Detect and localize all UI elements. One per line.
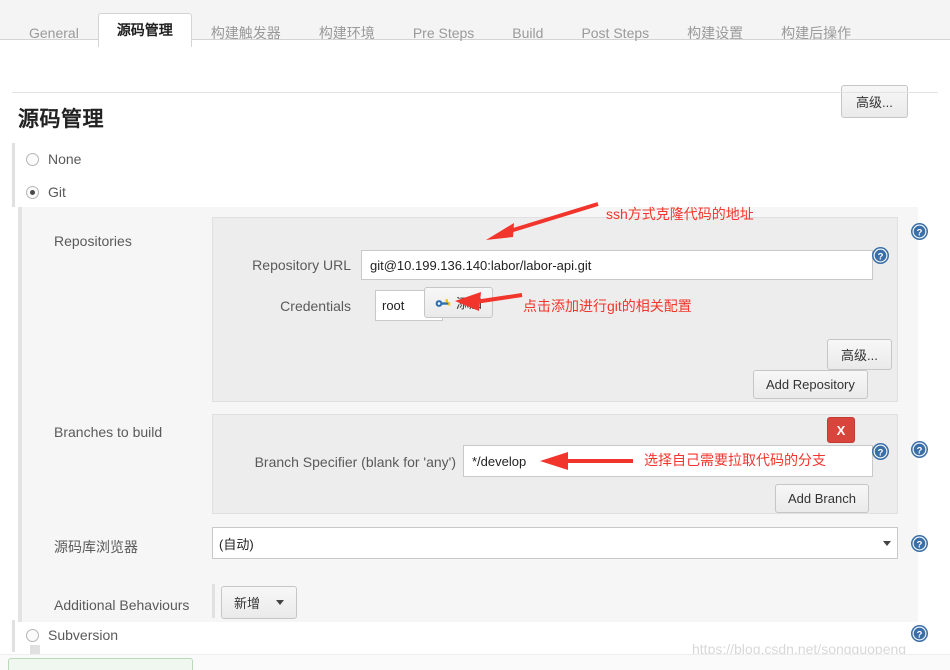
additional-behaviours-guide-bar xyxy=(212,584,215,618)
additional-behaviours-add-button[interactable]: 新增 xyxy=(221,586,298,619)
additional-behaviours-add-label: 新增 xyxy=(234,596,261,611)
svg-text:?: ? xyxy=(917,227,923,238)
repositories-label: Repositories xyxy=(54,233,132,249)
bottom-placeholder-square xyxy=(30,645,40,654)
subversion-guide-bar xyxy=(12,620,15,652)
top-button-row: 高级... xyxy=(0,41,950,118)
svg-text:?: ? xyxy=(878,447,884,458)
jenkins-job-config-page: General 源码管理 构建触发器 构建环境 Pre Steps Build … xyxy=(0,0,950,670)
help-icon-subversion[interactable]: ? xyxy=(910,624,929,643)
chevron-down-icon-behaviours xyxy=(276,600,285,605)
repository-url-input[interactable] xyxy=(361,250,873,280)
scm-radio-guide-bar xyxy=(12,143,15,207)
repository-browser-select[interactable]: (自动) xyxy=(212,527,898,559)
page-title: 源码管理 xyxy=(18,108,104,131)
scm-radio-none[interactable]: None xyxy=(26,151,81,167)
bottom-notification-bar xyxy=(8,658,193,670)
scm-radio-none-label: None xyxy=(48,151,82,167)
chevron-down-icon-browser xyxy=(883,540,891,546)
add-credentials-label: 添加 xyxy=(456,296,483,311)
radio-none-icon[interactable] xyxy=(26,152,39,166)
delete-branch-button[interactable]: X xyxy=(827,417,855,443)
additional-behaviours-label: Additional Behaviours xyxy=(54,597,190,613)
config-tab-list: General 源码管理 构建触发器 构建环境 Pre Steps Build … xyxy=(10,0,870,48)
svg-text:?: ? xyxy=(878,251,884,262)
repository-advanced-button[interactable]: 高级... xyxy=(827,339,892,370)
repository-browser-selected-value: (自动) xyxy=(219,536,254,552)
repository-url-label: Repository URL xyxy=(252,257,351,273)
branches-to-build-label: Branches to build xyxy=(54,424,163,440)
radio-git-icon[interactable] xyxy=(26,185,39,199)
scm-radio-git-label: Git xyxy=(48,184,66,200)
svg-text:?: ? xyxy=(917,445,923,456)
svg-text:?: ? xyxy=(917,629,923,640)
help-icon-branch-specifier[interactable]: ? xyxy=(871,442,890,461)
advanced-button-top[interactable]: 高级... xyxy=(841,85,908,118)
help-icon-repository-url[interactable]: ? xyxy=(871,246,890,265)
credentials-label: Credentials xyxy=(280,298,351,314)
repository-browser-label: 源码库浏览器 xyxy=(54,539,138,555)
add-repository-button[interactable]: Add Repository xyxy=(753,370,868,399)
credentials-selected-value: root xyxy=(382,298,405,313)
header-divider xyxy=(12,92,938,93)
help-icon-repository-browser[interactable]: ? xyxy=(910,534,929,553)
git-settings-block: Repositories Repository URL Credentials … xyxy=(18,207,918,622)
key-icon xyxy=(435,297,451,308)
radio-subversion-icon[interactable] xyxy=(26,628,39,642)
help-icon-repositories[interactable]: ? xyxy=(910,222,929,241)
config-tab-bar: General 源码管理 构建触发器 构建环境 Pre Steps Build … xyxy=(0,0,950,48)
branch-specifier-label: Branch Specifier (blank for 'any') xyxy=(254,454,456,470)
tab-source-code-management[interactable]: 源码管理 xyxy=(97,13,192,48)
help-icon-branches[interactable]: ? xyxy=(910,440,929,459)
branch-specifier-input[interactable] xyxy=(463,445,873,477)
scm-radio-git[interactable]: Git xyxy=(26,184,66,200)
scm-radio-subversion-label: Subversion xyxy=(48,627,119,643)
scm-radio-subversion[interactable]: Subversion xyxy=(26,627,118,643)
add-credentials-button[interactable]: 添加 xyxy=(424,287,494,318)
add-branch-button[interactable]: Add Branch xyxy=(775,484,869,513)
svg-text:?: ? xyxy=(917,539,923,550)
